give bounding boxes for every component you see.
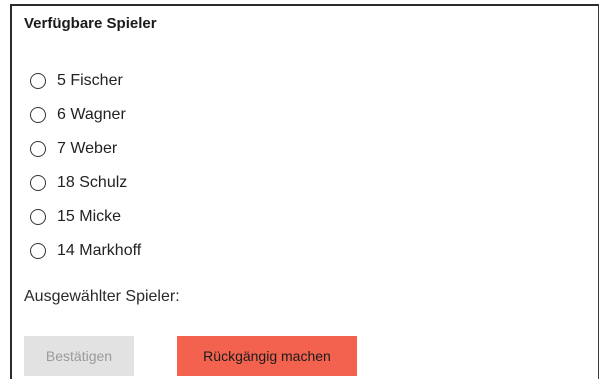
- player-option-schulz[interactable]: 18 Schulz: [30, 166, 141, 200]
- player-label: 18 Schulz: [57, 174, 128, 191]
- selected-player-label: Ausgewählter Spieler:: [24, 288, 180, 306]
- undo-button[interactable]: Rückgängig machen: [177, 336, 357, 376]
- radio-button[interactable]: [30, 141, 46, 157]
- player-label: 5 Fischer: [57, 72, 123, 89]
- panel-title: Verfügbare Spieler: [24, 15, 157, 32]
- player-option-weber[interactable]: 7 Weber: [30, 132, 141, 166]
- player-option-fischer[interactable]: 5 Fischer: [30, 64, 141, 98]
- available-players-panel: Verfügbare Spieler 5 Fischer 6 Wagner 7 …: [10, 4, 599, 379]
- radio-button[interactable]: [30, 209, 46, 225]
- selected-player-caption: Ausgewählter Spieler:: [24, 288, 180, 305]
- player-label: 15 Micke: [57, 208, 122, 225]
- player-label: 6 Wagner: [57, 106, 126, 123]
- player-option-wagner[interactable]: 6 Wagner: [30, 98, 141, 132]
- player-option-micke[interactable]: 15 Micke: [30, 200, 141, 234]
- player-radio-list: 5 Fischer 6 Wagner 7 Weber 18 Schulz 15 …: [30, 64, 141, 268]
- confirm-button[interactable]: Bestätigen: [24, 336, 134, 376]
- radio-button[interactable]: [30, 243, 46, 259]
- player-label: 7 Weber: [57, 140, 118, 157]
- radio-button[interactable]: [30, 175, 46, 191]
- radio-button[interactable]: [30, 107, 46, 123]
- radio-button[interactable]: [30, 73, 46, 89]
- player-label: 14 Markhoff: [57, 242, 142, 259]
- player-option-markhoff[interactable]: 14 Markhoff: [30, 234, 141, 268]
